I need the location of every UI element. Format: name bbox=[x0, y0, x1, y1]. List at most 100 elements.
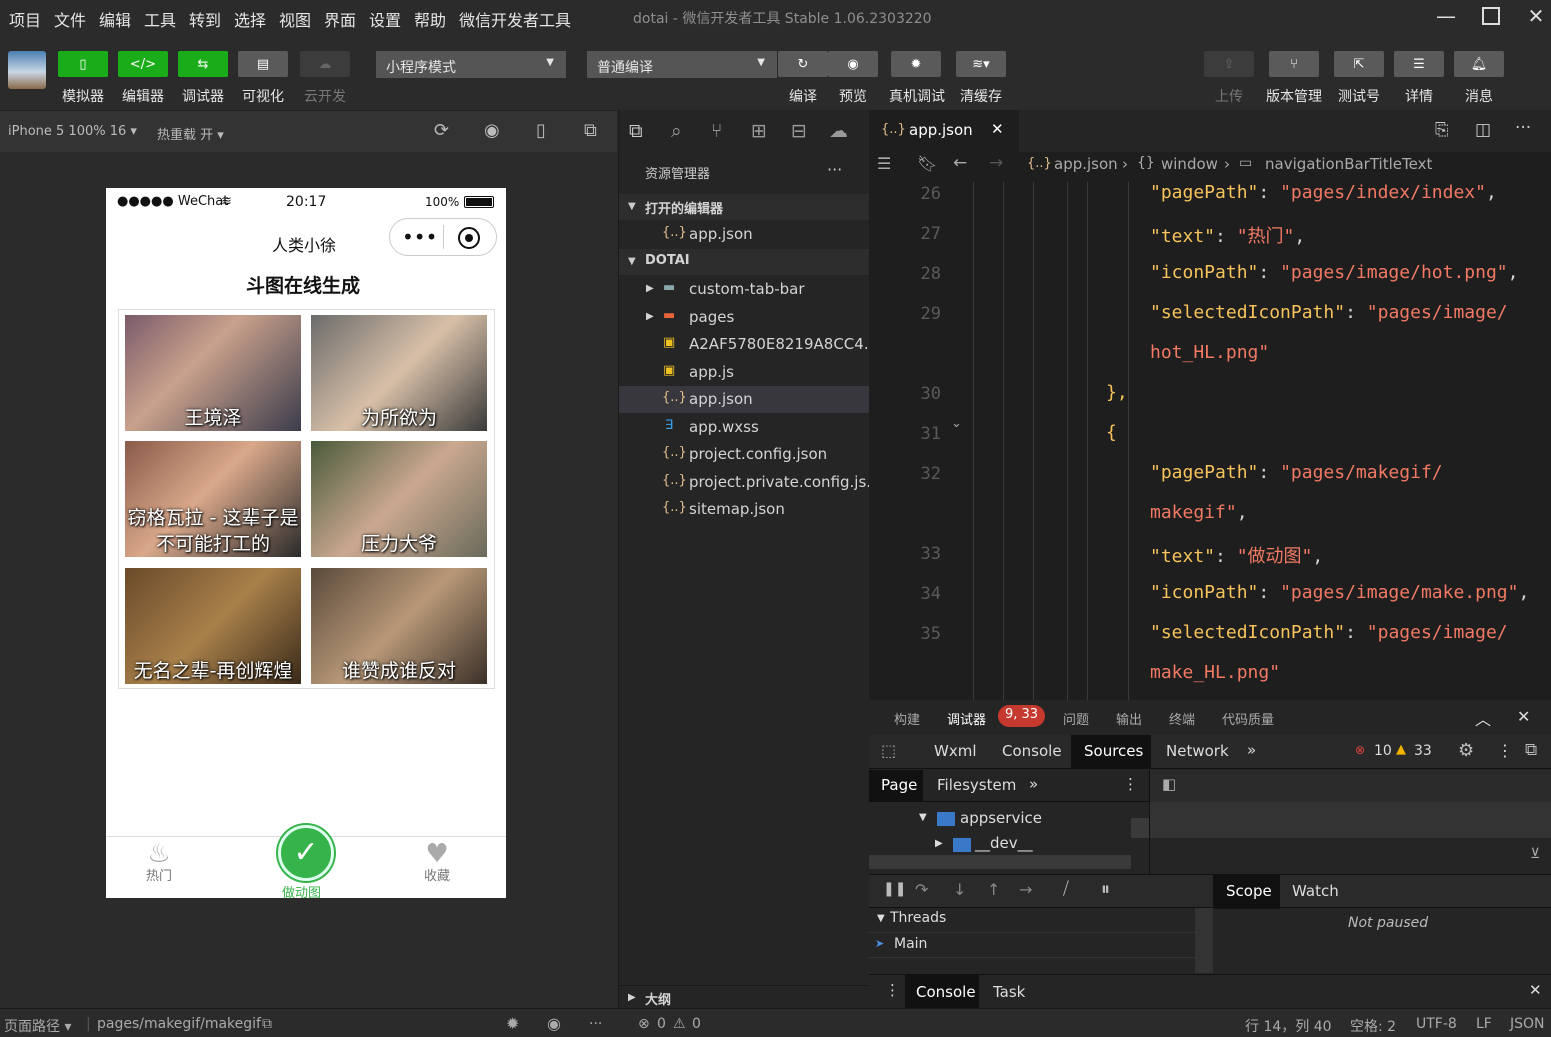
menu-settings[interactable]: 设置 bbox=[369, 7, 401, 31]
page-path[interactable]: pages/makegif/makegif bbox=[97, 1016, 261, 1032]
menu-wechat-devtools[interactable]: 微信开发者工具 bbox=[459, 7, 571, 31]
cursor-position[interactable]: 行 14，列 40 bbox=[1245, 1016, 1332, 1036]
code-line[interactable]: "pagePath": "pages/index/index", bbox=[1150, 182, 1497, 203]
kebab-icon[interactable]: ⋮ bbox=[885, 981, 900, 999]
more-tabs-icon[interactable]: » bbox=[1247, 741, 1256, 759]
extensions-icon[interactable]: ⊞ bbox=[751, 120, 767, 142]
breadcrumb-item[interactable]: app.json bbox=[1054, 155, 1118, 173]
error-count[interactable]: 10 bbox=[1374, 743, 1392, 759]
tree-appservice[interactable]: appservice bbox=[960, 809, 1042, 827]
tab-code-quality[interactable]: 代码质量 bbox=[1222, 709, 1274, 728]
code-line[interactable]: "iconPath": "pages/image/hot.png", bbox=[1150, 262, 1518, 283]
tab-scope[interactable]: Scope bbox=[1214, 875, 1280, 909]
expand-icon[interactable]: ⊻ bbox=[1530, 846, 1540, 862]
encoding[interactable]: UTF-8 bbox=[1416, 1016, 1457, 1032]
outline-section[interactable]: ▶ 大纲 bbox=[619, 985, 870, 1008]
more-tabs-icon[interactable]: » bbox=[1029, 775, 1038, 793]
meme-card[interactable]: 压力大爷 bbox=[311, 441, 487, 557]
remote-debug-button[interactable]: ✹ bbox=[891, 51, 941, 77]
file-item[interactable]: {..} project.private.config.js... bbox=[619, 469, 881, 496]
tab-problems[interactable]: 问题 bbox=[1063, 709, 1089, 728]
version-button[interactable]: ⑂ bbox=[1269, 51, 1319, 77]
drawer-tab-console[interactable]: Console bbox=[905, 975, 979, 1009]
tab-app-json[interactable]: {..} app.json ✕ bbox=[869, 110, 1019, 152]
vertical-scrollbar[interactable] bbox=[1131, 818, 1149, 838]
debug-icon[interactable]: ⊟ bbox=[791, 120, 807, 142]
search-icon[interactable]: ⌕ bbox=[671, 120, 682, 142]
drawer-tab-task[interactable]: Task bbox=[993, 983, 1025, 1001]
messages-button[interactable]: 🔔︎ bbox=[1454, 51, 1504, 77]
thread-main[interactable]: ➤ Main bbox=[869, 932, 1195, 958]
compile-button[interactable]: ↻ bbox=[778, 51, 828, 77]
deactivate-breakpoints-icon[interactable]: ⧸ bbox=[1063, 879, 1069, 899]
hotreload-toggle[interactable]: 热重载 开 ▾ bbox=[157, 124, 224, 143]
visual-button[interactable]: ▤ bbox=[238, 51, 288, 77]
kebab-icon[interactable]: ⋮ bbox=[1123, 775, 1138, 793]
check-icon[interactable]: ✓ bbox=[278, 825, 334, 881]
step-into-icon[interactable]: ↓ bbox=[953, 880, 966, 899]
undock-icon[interactable]: ⧉ bbox=[1525, 740, 1537, 760]
meme-card[interactable]: 王境泽 bbox=[125, 315, 301, 431]
maximize-icon[interactable] bbox=[1471, 4, 1511, 30]
code-line[interactable]: hot_HL.png" bbox=[1150, 342, 1269, 363]
tab-make-label[interactable]: 做动图 bbox=[282, 882, 321, 901]
eye-icon[interactable]: ◉ bbox=[547, 1014, 561, 1033]
cloud-button[interactable]: ☁ bbox=[300, 51, 350, 77]
more-icon[interactable]: ··· bbox=[1515, 118, 1531, 138]
copy-icon[interactable]: ⧉ bbox=[262, 1016, 272, 1032]
capsule-button[interactable]: ••• bbox=[389, 218, 497, 256]
close-miniprogram-icon[interactable] bbox=[458, 227, 480, 249]
close-icon[interactable]: ✕ bbox=[1517, 707, 1530, 726]
breadcrumb-item[interactable]: navigationBarTitleText bbox=[1265, 155, 1432, 173]
forward-icon[interactable]: → bbox=[989, 153, 1003, 173]
avatar[interactable] bbox=[8, 51, 46, 89]
compile-select[interactable]: 普通编译 ▼ bbox=[587, 51, 777, 78]
folder-item[interactable]: ▶ ▬ custom-tab-bar bbox=[619, 276, 870, 303]
tab-network[interactable]: Network bbox=[1166, 742, 1229, 760]
tree-dev[interactable]: __dev__ bbox=[975, 834, 1033, 852]
status-error-count[interactable]: 0 bbox=[657, 1016, 666, 1032]
more-icon[interactable]: ••• bbox=[402, 225, 437, 249]
minimize-icon[interactable]: — bbox=[1426, 4, 1466, 30]
back-icon[interactable]: ← bbox=[953, 153, 967, 173]
close-icon[interactable]: ✕ bbox=[1516, 4, 1551, 30]
clear-cache-button[interactable]: ≋▾ bbox=[956, 51, 1006, 77]
meme-card[interactable]: 窃格瓦拉 - 这辈子是不可能打工的 bbox=[125, 441, 301, 557]
project-section[interactable]: ▼ DOTAI bbox=[619, 249, 870, 275]
page-path-select[interactable]: 页面路径 ▾ bbox=[4, 1016, 71, 1036]
menu-edit[interactable]: 编辑 bbox=[99, 7, 131, 31]
kebab-icon[interactable]: ⋮ bbox=[1497, 741, 1513, 760]
menu-help[interactable]: 帮助 bbox=[414, 7, 446, 31]
tab-page[interactable]: Page bbox=[869, 770, 923, 802]
phone-icon[interactable]: ▯ bbox=[536, 120, 546, 141]
status-warning-count[interactable]: 0 bbox=[692, 1016, 701, 1032]
test-account-button[interactable]: ⇱ bbox=[1334, 51, 1384, 77]
more-icon[interactable]: ··· bbox=[589, 1016, 602, 1032]
menu-file[interactable]: 文件 bbox=[54, 7, 86, 31]
editor-button[interactable]: </> bbox=[118, 51, 168, 77]
menu-interface[interactable]: 界面 bbox=[324, 7, 356, 31]
record-icon[interactable]: ◉ bbox=[484, 120, 500, 141]
code-line[interactable]: "selectedIconPath": "pages/image/ bbox=[1150, 622, 1508, 643]
step-out-icon[interactable]: ↑ bbox=[987, 880, 1000, 899]
language-mode[interactable]: JSON bbox=[1510, 1016, 1545, 1032]
bug-icon[interactable]: ✹ bbox=[506, 1014, 519, 1033]
file-item[interactable]: ▣ A2AF5780E8219A8CC4... bbox=[619, 331, 878, 358]
file-item[interactable]: ∃ app.wxss bbox=[619, 414, 870, 441]
git-icon[interactable]: ⑂ bbox=[711, 120, 722, 142]
docker-icon[interactable]: ☁ bbox=[829, 120, 848, 142]
pause-icon[interactable]: ❚❚ bbox=[883, 881, 906, 897]
pause-on-exceptions-icon[interactable]: ⏸ bbox=[1101, 879, 1110, 900]
menu-tools[interactable]: 工具 bbox=[144, 7, 176, 31]
code-line[interactable]: make_HL.png" bbox=[1150, 662, 1280, 683]
inspect-icon[interactable]: ⬚ bbox=[881, 741, 896, 760]
code-line[interactable]: makegif", bbox=[1150, 502, 1248, 523]
step-over-icon[interactable]: ↷ bbox=[915, 880, 928, 899]
upload-button[interactable]: ⇪ bbox=[1204, 51, 1254, 77]
tab-watch[interactable]: Watch bbox=[1292, 882, 1339, 900]
open-preview-icon[interactable]: ⎘ bbox=[1435, 120, 1449, 140]
tab-terminal[interactable]: 终端 bbox=[1169, 709, 1195, 728]
code-line[interactable]: { bbox=[1106, 422, 1117, 443]
code-line[interactable]: "pagePath": "pages/makegif/ bbox=[1150, 462, 1443, 483]
menu-goto[interactable]: 转到 bbox=[189, 7, 221, 31]
